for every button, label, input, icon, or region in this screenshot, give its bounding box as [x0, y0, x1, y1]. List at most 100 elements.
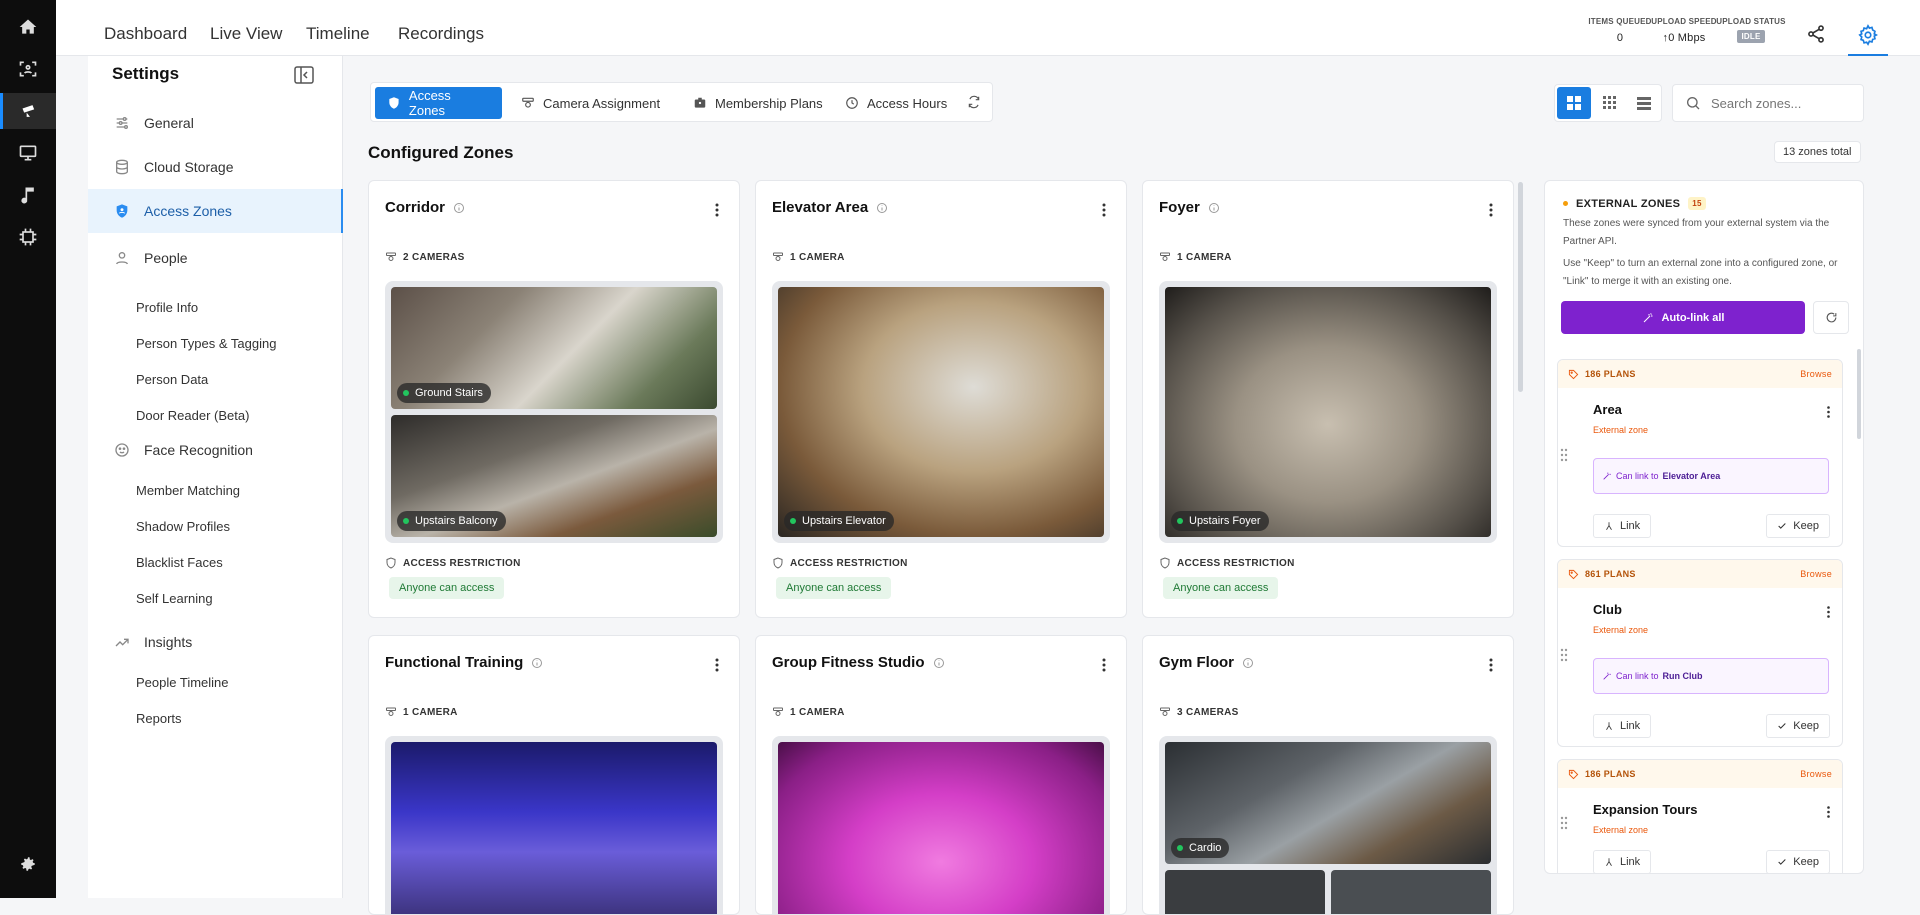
sidebar-sub-member-matching[interactable]: Member Matching: [136, 483, 240, 498]
search-input[interactable]: [1711, 95, 1851, 111]
camera-thumbnail[interactable]: Ground Stairs: [391, 287, 717, 409]
browse-link[interactable]: Browse: [1800, 369, 1832, 379]
main-scrollbar[interactable]: [1518, 182, 1523, 392]
shield-outline-icon: [386, 557, 396, 569]
tag-icon: [1568, 769, 1579, 779]
camera-icon[interactable]: [0, 93, 56, 129]
magic-wand-icon: [1603, 672, 1611, 680]
sidebar-sub-people-timeline[interactable]: People Timeline: [136, 675, 229, 690]
more-menu-icon[interactable]: [1827, 406, 1830, 418]
camera-thumbnail[interactable]: Cardio: [1165, 742, 1491, 864]
camera-grid: [772, 736, 1110, 914]
face-scan-icon[interactable]: [0, 51, 56, 87]
camera-thumbnail[interactable]: [1165, 870, 1325, 914]
home-icon[interactable]: [0, 9, 56, 45]
external-scrollbar[interactable]: [1857, 349, 1861, 439]
camera-thumbnail[interactable]: Upstairs Balcony: [391, 415, 717, 537]
external-zone-sub: External zone: [1593, 825, 1649, 835]
more-menu-icon[interactable]: [1827, 606, 1830, 618]
drag-handle-icon[interactable]: [1560, 816, 1568, 830]
nav-live-view[interactable]: Live View: [210, 24, 282, 44]
browse-link[interactable]: Browse: [1800, 769, 1832, 779]
keep-button[interactable]: Keep: [1766, 714, 1830, 738]
sidebar-sub-self-learning[interactable]: Self Learning: [136, 591, 213, 606]
camera-thumbnail[interactable]: Upstairs Elevator: [778, 287, 1104, 537]
zone-card-corridor[interactable]: Corridor 2 CAMERAS Ground Stairs Upstair…: [368, 180, 740, 618]
zone-card-elevator-area[interactable]: Elevator Area 1 CAMERA Upstairs Elevator…: [755, 180, 1127, 618]
search-box: [1672, 84, 1864, 122]
tab-camera-assignment[interactable]: Camera Assignment: [509, 87, 672, 119]
sidebar-sub-person-data[interactable]: Person Data: [136, 372, 208, 387]
sidebar-item-general[interactable]: General: [88, 101, 343, 145]
nav-recordings[interactable]: Recordings: [398, 24, 484, 44]
zone-name: Group Fitness Studio: [772, 654, 925, 671]
sidebar-sub-person-types[interactable]: Person Types & Tagging: [136, 336, 276, 351]
external-zone-card-area[interactable]: 186 PLANS Browse Area External zone Can l…: [1557, 359, 1843, 547]
external-zone-card-expansion-tours[interactable]: 186 PLANS Browse Expansion Tours External…: [1557, 759, 1843, 873]
check-icon: [1778, 859, 1786, 865]
refresh-button[interactable]: [1813, 301, 1849, 334]
more-menu-icon[interactable]: [715, 658, 719, 672]
more-menu-icon[interactable]: [1102, 658, 1106, 672]
camera-label: Upstairs Elevator: [784, 511, 894, 531]
more-menu-icon[interactable]: [1102, 203, 1106, 217]
sidebar-sub-shadow-profiles[interactable]: Shadow Profiles: [136, 519, 230, 534]
list-view-icon[interactable]: [1627, 87, 1661, 119]
sidebar-sub-reports[interactable]: Reports: [136, 711, 182, 726]
link-button[interactable]: Link: [1593, 850, 1652, 873]
sidebar-sub-door-reader[interactable]: Door Reader (Beta): [136, 408, 249, 423]
nav-dashboard[interactable]: Dashboard: [104, 24, 187, 44]
camera-thumbnail[interactable]: Upstairs Foyer: [1165, 287, 1491, 537]
link-button[interactable]: Link: [1593, 714, 1652, 738]
zone-card-functional-training[interactable]: Functional Training 1 CAMERA: [368, 635, 740, 915]
sidebar-item-access-zones[interactable]: Access Zones: [88, 189, 343, 233]
sidebar-sub-blacklist-faces[interactable]: Blacklist Faces: [136, 555, 223, 570]
link-suggestion[interactable]: Can link to Run Club: [1593, 658, 1829, 694]
zone-card-gym-floor[interactable]: Gym Floor 3 CAMERAS Cardio: [1142, 635, 1514, 915]
more-menu-icon[interactable]: [1489, 658, 1493, 672]
grid-large-icon[interactable]: [1557, 87, 1591, 119]
zone-card-group-fitness-studio[interactable]: Group Fitness Studio 1 CAMERA: [755, 635, 1127, 915]
camera-thumbnail[interactable]: [391, 742, 717, 914]
nav-timeline[interactable]: Timeline: [306, 24, 370, 44]
chip-icon[interactable]: [0, 219, 56, 255]
cctv-icon: [522, 97, 534, 108]
grid-small-icon[interactable]: [1593, 87, 1627, 119]
browse-link[interactable]: Browse: [1800, 569, 1832, 579]
sync-icon[interactable]: [967, 95, 981, 114]
external-zone-sub: External zone: [1593, 625, 1649, 635]
sidebar-sub-profile-info[interactable]: Profile Info: [136, 300, 198, 315]
sidebar-item-insights[interactable]: Insights: [88, 620, 343, 664]
external-zones-title: EXTERNAL ZONES: [1576, 197, 1681, 210]
music-icon[interactable]: [0, 177, 56, 213]
camera-grid: Upstairs Foyer: [1159, 281, 1497, 543]
link-suggestion[interactable]: Can link to Elevator Area: [1593, 458, 1829, 494]
zone-card-foyer[interactable]: Foyer 1 CAMERA Upstairs Foyer ACCESS RES…: [1142, 180, 1514, 618]
sidebar-item-face-recognition[interactable]: Face Recognition: [88, 428, 343, 472]
sidebar-item-people[interactable]: People: [88, 236, 343, 280]
collapse-sidebar-icon[interactable]: [294, 66, 314, 89]
settings-gear-icon[interactable]: [1848, 15, 1888, 56]
keep-button[interactable]: Keep: [1766, 514, 1830, 538]
more-menu-icon[interactable]: [715, 203, 719, 217]
tab-access-hours[interactable]: Access Hours: [833, 87, 959, 119]
tab-membership-plans[interactable]: Membership Plans: [681, 87, 835, 119]
more-menu-icon[interactable]: [1489, 203, 1493, 217]
external-zone-card-club[interactable]: 861 PLANS Browse Club External zone Can l…: [1557, 559, 1843, 747]
view-toggle: [1554, 84, 1662, 122]
camera-thumbnail[interactable]: [778, 742, 1104, 914]
zone-name: Foyer: [1159, 199, 1200, 216]
tab-access-zones[interactable]: Access Zones: [375, 87, 502, 119]
monitor-icon[interactable]: [0, 135, 56, 171]
share-icon[interactable]: [1806, 24, 1826, 49]
sidebar-item-cloud-storage[interactable]: Cloud Storage: [88, 145, 343, 189]
drag-handle-icon[interactable]: [1560, 448, 1568, 462]
drag-handle-icon[interactable]: [1560, 648, 1568, 662]
settings-icon[interactable]: [0, 846, 56, 882]
more-menu-icon[interactable]: [1827, 806, 1830, 818]
auto-link-all-button[interactable]: Auto-link all: [1561, 301, 1805, 334]
online-status-dot: [1177, 845, 1183, 851]
keep-button[interactable]: Keep: [1766, 850, 1830, 873]
camera-thumbnail[interactable]: [1331, 870, 1491, 914]
link-button[interactable]: Link: [1593, 514, 1652, 538]
